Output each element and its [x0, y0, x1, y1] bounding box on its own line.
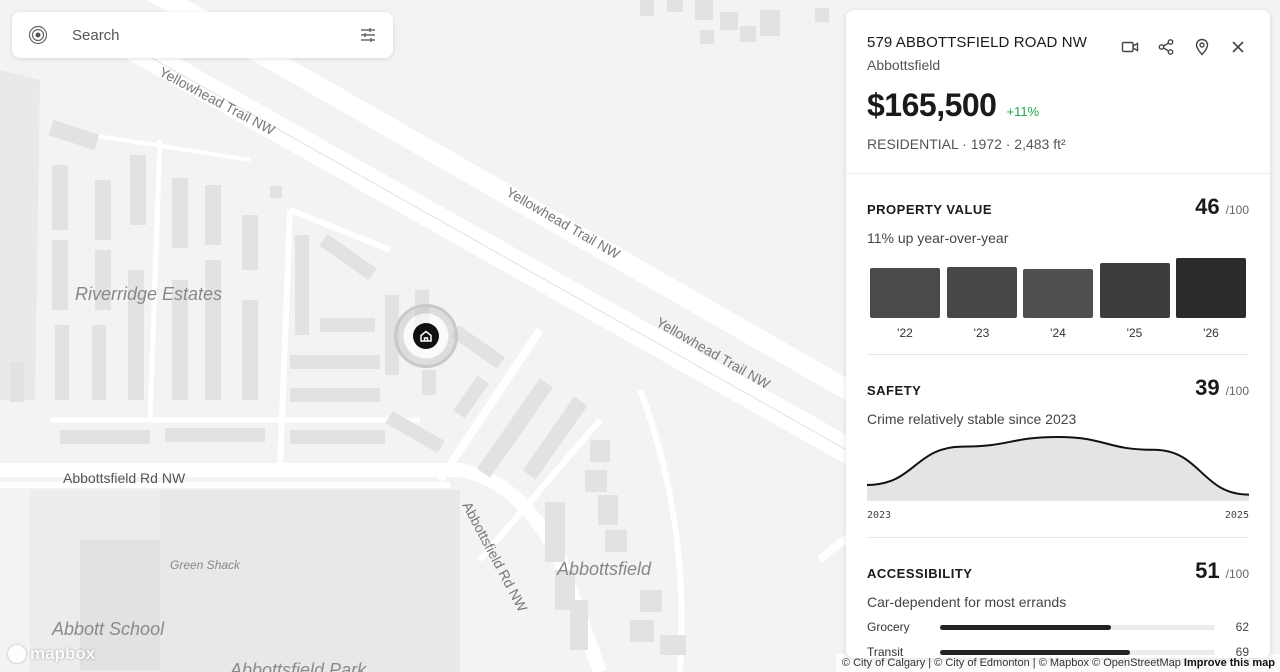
bar-label: '22	[897, 326, 913, 340]
mapbox-logo-text: mapbox	[30, 644, 96, 663]
progress-fill	[940, 649, 1130, 655]
bar-label: '24	[1050, 326, 1066, 340]
progress-track	[940, 649, 1215, 655]
mapbox-logo-icon	[8, 645, 26, 663]
section-title: PROPERTY VALUE	[867, 202, 992, 217]
row-label: Grocery	[867, 620, 910, 634]
value-bar	[946, 267, 1017, 318]
bar-label: '25	[1126, 326, 1143, 340]
bar-column: '26	[1176, 258, 1246, 340]
price-change: +11%	[1006, 104, 1040, 119]
bar-label: '23	[973, 326, 990, 340]
park-area	[160, 490, 460, 672]
property-price: $165,500	[867, 87, 997, 123]
score-max: /100	[1225, 384, 1249, 398]
bar-column: '22	[870, 258, 940, 340]
progress-fill	[940, 624, 1111, 630]
accessibility-row-grocery: Grocery 62	[867, 620, 1249, 634]
value-bar	[1023, 269, 1093, 318]
section-title: ACCESSIBILITY	[867, 566, 973, 581]
property-panel: 579 ABBOTTSFIELD ROAD NW Abbottsfield $1…	[846, 10, 1270, 658]
mapbox-logo[interactable]: mapbox	[8, 644, 95, 664]
panel-actions	[1120, 37, 1248, 57]
place-label: Abbottsfield	[556, 559, 652, 579]
score-max: /100	[1225, 567, 1249, 581]
panel-header: 579 ABBOTTSFIELD ROAD NW Abbottsfield $1…	[846, 10, 1270, 174]
section-subtitle: Crime relatively stable since 2023	[867, 411, 1077, 427]
section-subtitle: Car-dependent for most errands	[867, 594, 1067, 610]
home-icon	[413, 323, 439, 349]
section-title: SAFETY	[867, 383, 922, 398]
attribution-text: © City of Calgary | © City of Edmonton |…	[841, 657, 1181, 669]
property-neighbourhood: Abbottsfield	[867, 57, 941, 73]
poi-label: Abbott School	[51, 619, 165, 639]
safety-area	[867, 437, 1249, 501]
road-label: Abbottsfield Rd NW	[63, 470, 186, 486]
improve-map-link[interactable]: Improve this map	[1184, 657, 1275, 669]
row-value: 69	[1235, 645, 1249, 658]
bar-column: '24	[1023, 258, 1093, 340]
property-value-section: PROPERTY VALUE 46 /100 11% up year-over-…	[846, 174, 1270, 340]
filter-sliders-icon[interactable]	[359, 26, 377, 44]
accessibility-row-transit: Transit 69	[867, 645, 1249, 658]
video-camera-icon[interactable]	[1120, 37, 1140, 57]
poi-label: Abbottsfield Park	[229, 660, 367, 672]
value-bar	[1099, 263, 1170, 318]
share-icon[interactable]	[1156, 37, 1176, 57]
target-logo-icon	[26, 23, 50, 47]
search-bar[interactable]	[12, 12, 393, 58]
value-bar	[870, 268, 940, 318]
bar-column: '25	[1099, 258, 1170, 340]
accessibility-section: ACCESSIBILITY 51 /100 Car-dependent for …	[846, 538, 1270, 658]
property-marker[interactable]	[394, 304, 458, 368]
poi-label: Green Shack	[170, 558, 241, 572]
x-tick-label: 2025	[1224, 510, 1249, 521]
location-pin-icon[interactable]	[1192, 37, 1212, 57]
place-label: Riverridge Estates	[75, 284, 222, 304]
value-bar	[1176, 258, 1246, 318]
value-bar-chart: '22 '23 '24 '25 '26	[867, 258, 1249, 340]
search-input[interactable]	[70, 25, 359, 45]
score-value: 46	[1195, 194, 1220, 219]
row-label: Transit	[867, 645, 904, 658]
safety-curve	[866, 435, 1250, 501]
bar-column: '23	[946, 258, 1017, 340]
score: 51 /100	[1195, 558, 1249, 584]
close-icon[interactable]	[1228, 37, 1248, 57]
progress-track	[940, 624, 1215, 630]
safety-area-chart: 2023 2025	[866, 435, 1250, 521]
section-subtitle: 11% up year-over-year	[867, 230, 1009, 246]
x-tick-label: 2023	[867, 510, 892, 521]
score-value: 51	[1195, 558, 1220, 583]
row-value: 62	[1235, 620, 1249, 634]
bar-label: '26	[1203, 326, 1219, 340]
price-row: $165,500 +11%	[867, 87, 1249, 124]
score: 46 /100	[1195, 194, 1249, 220]
score-max: /100	[1225, 203, 1249, 217]
score: 39 /100	[1195, 375, 1249, 401]
score-value: 39	[1195, 375, 1220, 400]
safety-section: SAFETY 39 /100 Crime relatively stable s…	[846, 355, 1270, 521]
property-meta: RESIDENTIAL · 1972 · 2,483 ft²	[867, 136, 1066, 152]
